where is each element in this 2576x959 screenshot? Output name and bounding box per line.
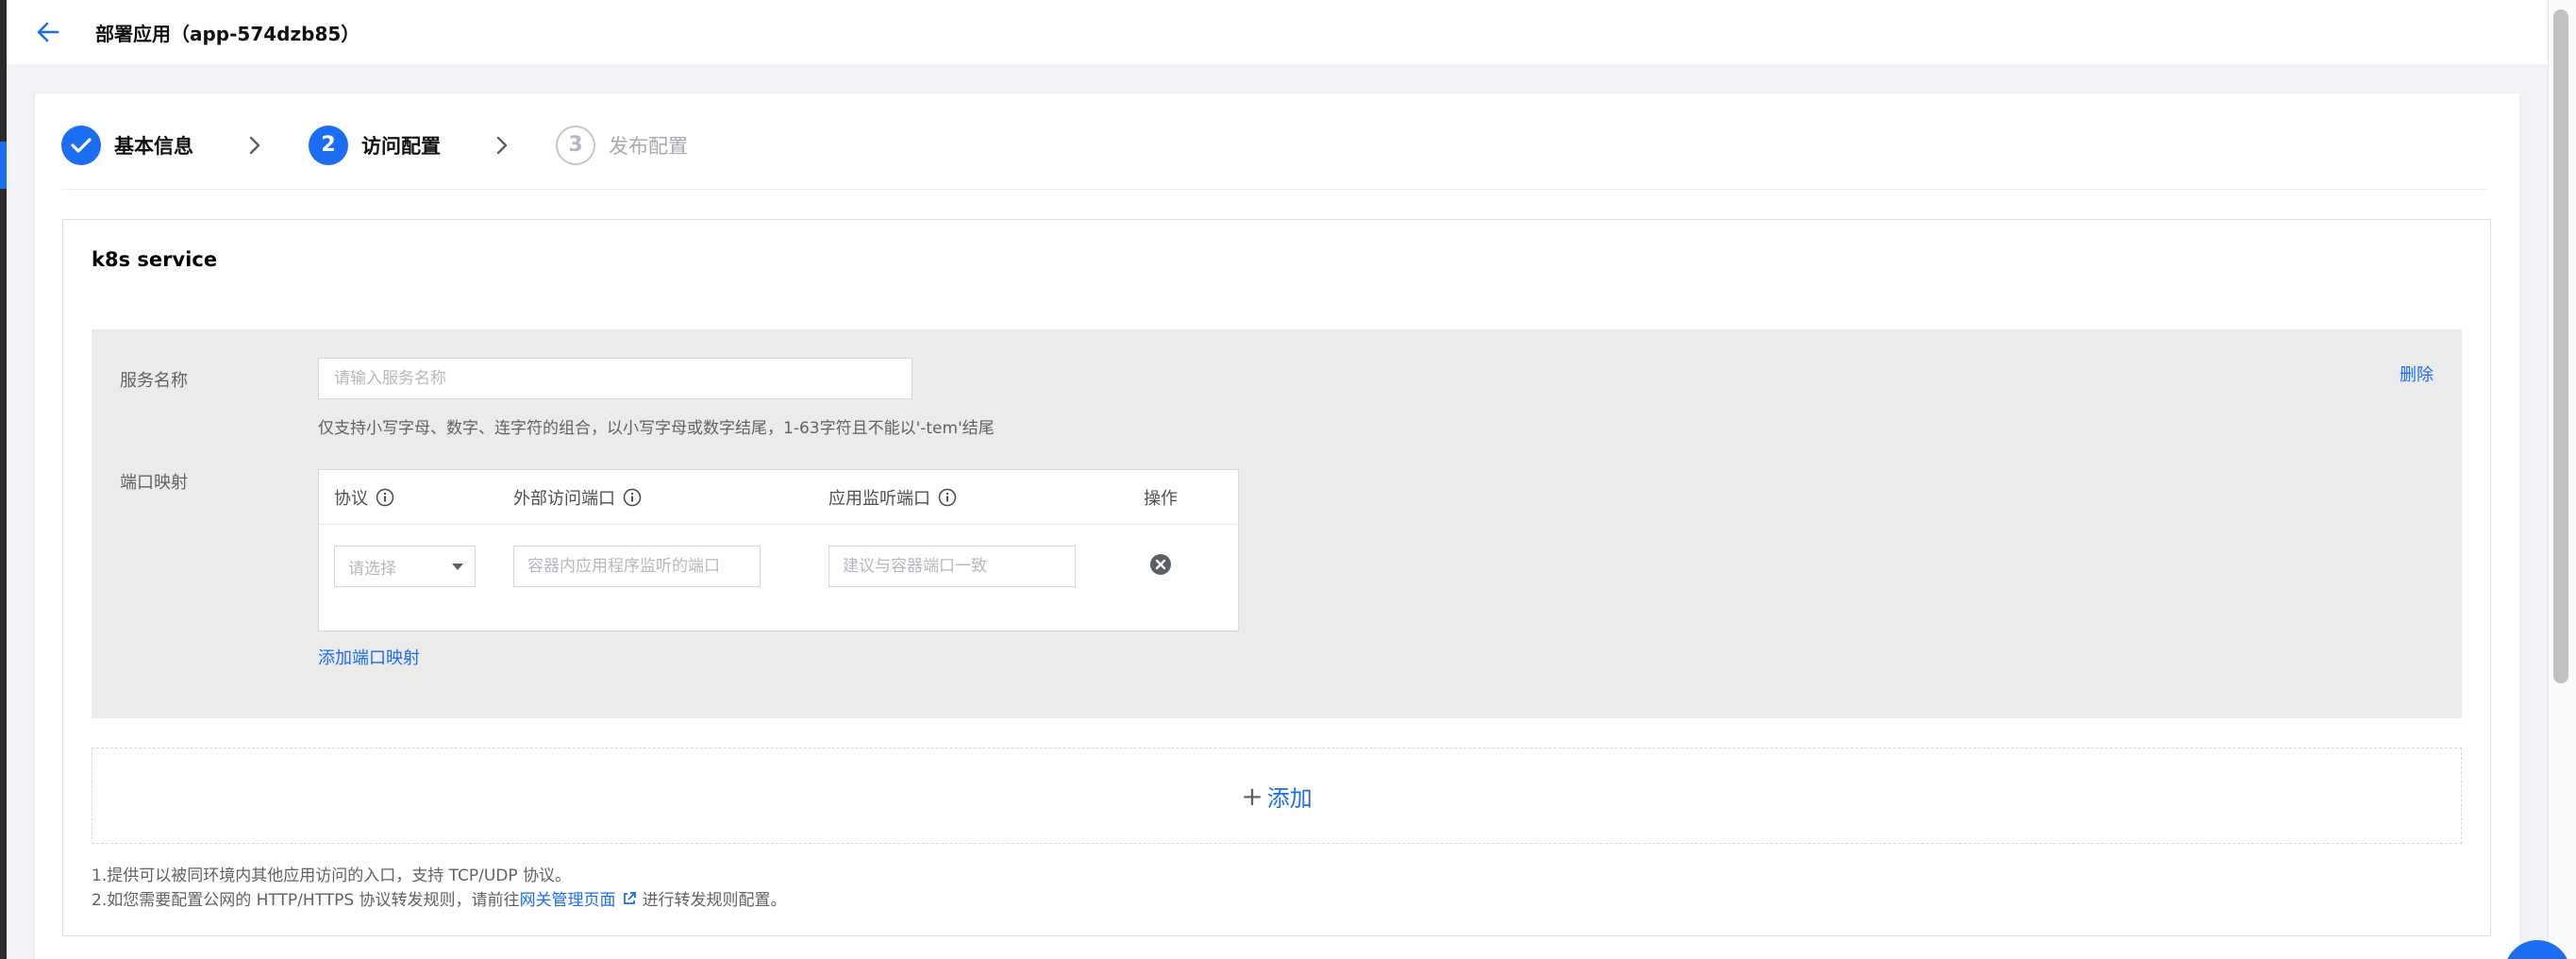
info-icon[interactable] bbox=[623, 488, 642, 507]
check-icon bbox=[71, 137, 92, 153]
add-service-button[interactable]: + 添加 bbox=[92, 748, 2462, 844]
port-mapping-label: 端口映射 bbox=[120, 473, 188, 493]
listen-port-input[interactable] bbox=[828, 546, 1076, 587]
close-circle-icon[interactable] bbox=[1149, 553, 1172, 576]
step-release-config[interactable]: 3 发布配置 bbox=[556, 125, 688, 166]
header-actions-text: 操作 bbox=[1144, 489, 1178, 509]
step-2-number: 2 bbox=[309, 125, 348, 165]
note-line-2-suffix: 进行转发规则配置。 bbox=[642, 891, 787, 910]
info-icon[interactable] bbox=[938, 488, 957, 507]
step-1-circle bbox=[61, 125, 101, 165]
step-basic-info[interactable]: 基本信息 bbox=[61, 125, 193, 166]
protocol-select-placeholder: 请选择 bbox=[348, 559, 396, 579]
top-bar: 部署应用（app-574dzb85） bbox=[7, 0, 2548, 64]
add-service-label: 添加 bbox=[1266, 784, 1313, 812]
service-item: 服务名称 删除 仅支持小写字母、数字、连字符的组合，以小写字母或数字结尾，1-6… bbox=[92, 329, 2462, 718]
step-2-label: 访问配置 bbox=[361, 134, 441, 158]
chevron-right-icon bbox=[244, 135, 265, 156]
header-listen-port: 应用监听端口 bbox=[828, 485, 957, 510]
header-external-port-text: 外部访问端口 bbox=[513, 489, 615, 509]
step-3-label: 发布配置 bbox=[609, 134, 688, 158]
step-indicator: 基本信息 2 访问配置 3 发布配置 bbox=[61, 122, 2489, 190]
header-protocol: 协议 bbox=[334, 485, 394, 510]
external-link-icon[interactable] bbox=[622, 891, 637, 906]
info-icon[interactable] bbox=[376, 488, 394, 507]
external-port-input[interactable] bbox=[513, 546, 761, 587]
gateway-management-link[interactable]: 网关管理页面 bbox=[520, 886, 616, 910]
main-card: 基本信息 2 访问配置 3 发布配置 k8s service 服务名称 删除 仅… bbox=[35, 93, 2519, 959]
step-1-label: 基本信息 bbox=[114, 134, 193, 158]
plus-icon: + bbox=[1241, 780, 1263, 812]
step-3-number: 3 bbox=[556, 125, 595, 165]
k8s-service-section: k8s service 服务名称 删除 仅支持小写字母、数字、连字符的组合，以小… bbox=[62, 219, 2491, 936]
page-title: 部署应用（app-574dzb85） bbox=[95, 22, 360, 45]
note-line-1-text: 1.提供可以被同环境内其他应用访问的入口，支持 TCP/UDP 协议。 bbox=[92, 866, 572, 885]
left-nav-accent bbox=[0, 142, 7, 189]
port-mapping-table: 协议 外部访问端口 应用监听端口 操作 请选择 bbox=[318, 469, 1239, 631]
delete-service-link[interactable]: 删除 bbox=[2400, 362, 2434, 386]
note-line-1: 1.提供可以被同环境内其他应用访问的入口，支持 TCP/UDP 协议。 bbox=[92, 862, 571, 885]
header-external-port: 外部访问端口 bbox=[513, 485, 642, 510]
service-name-input[interactable] bbox=[318, 358, 912, 399]
add-port-mapping-link[interactable]: 添加端口映射 bbox=[318, 645, 420, 669]
table-header-divider bbox=[319, 524, 1238, 525]
note-line-2-prefix: 2.如您需要配置公网的 HTTP/HTTPS 协议转发规则，请前往 bbox=[92, 891, 520, 910]
chevron-right-icon bbox=[492, 135, 512, 156]
back-button[interactable] bbox=[29, 13, 67, 51]
note-line-2: 2.如您需要配置公网的 HTTP/HTTPS 协议转发规则，请前往 网关管理页面… bbox=[92, 886, 787, 910]
section-title: k8s service bbox=[92, 248, 218, 271]
header-actions: 操作 bbox=[1144, 485, 1178, 510]
scrollbar-thumb[interactable] bbox=[2553, 9, 2568, 683]
caret-down-icon bbox=[452, 564, 463, 570]
step-access-config[interactable]: 2 访问配置 bbox=[309, 125, 441, 166]
back-arrow-icon bbox=[37, 22, 59, 42]
service-name-label: 服务名称 bbox=[120, 371, 188, 391]
service-name-hint: 仅支持小写字母、数字、连字符的组合，以小写字母或数字结尾，1-63字符且不能以'… bbox=[318, 419, 995, 438]
header-protocol-text: 协议 bbox=[334, 489, 368, 509]
header-listen-port-text: 应用监听端口 bbox=[828, 489, 930, 509]
protocol-select[interactable]: 请选择 bbox=[334, 546, 476, 587]
